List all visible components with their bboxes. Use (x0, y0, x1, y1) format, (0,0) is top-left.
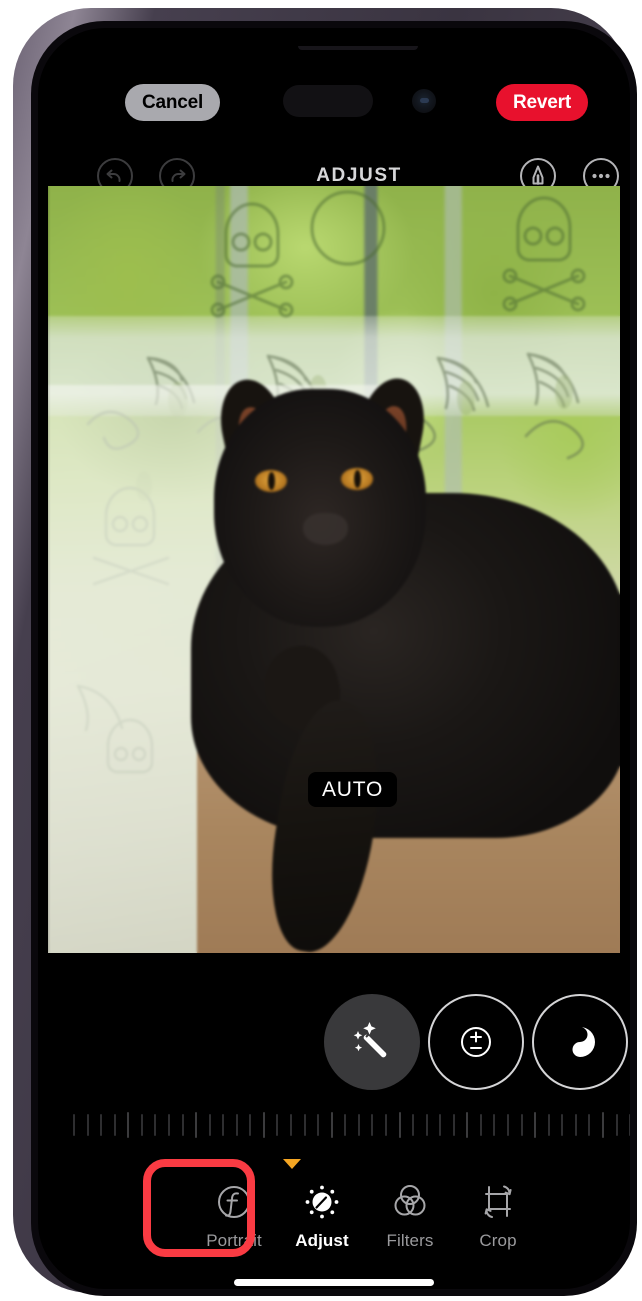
portrait-f-stop-icon (212, 1180, 256, 1224)
ruler-tick (262, 1112, 265, 1138)
ruler-tick (303, 1114, 306, 1136)
phone-screen: Cancel Revert ADJUST AUTO Portrait Adjus… (38, 28, 630, 1289)
ruler-tick (493, 1114, 496, 1136)
mode-item-adjust[interactable]: Adjust (280, 1169, 364, 1251)
auto-badge: AUTO (308, 772, 398, 807)
ruler-tick (425, 1114, 428, 1136)
crop-rotate-icon (476, 1180, 520, 1224)
ruler-tick (167, 1114, 170, 1136)
home-indicator[interactable] (234, 1279, 434, 1286)
ruler-tick (452, 1114, 455, 1136)
adjust-dial-icon (300, 1180, 344, 1224)
edit-mode-bar: Portrait Adjust Filters Crop (73, 1155, 630, 1263)
ruler-tick (235, 1114, 238, 1136)
revert-button[interactable]: Revert (496, 84, 588, 121)
ruler-tick (384, 1114, 387, 1136)
ruler-tick (127, 1112, 130, 1138)
ruler-tick (629, 1114, 630, 1136)
ruler-tick (574, 1114, 577, 1136)
ruler-tick (249, 1114, 252, 1136)
ruler-tick (371, 1114, 374, 1136)
mode-label-portrait: Portrait (206, 1231, 262, 1250)
ruler-tick (181, 1114, 184, 1136)
photo-cat-muzzle (302, 512, 349, 545)
front-camera-icon (412, 89, 436, 113)
ruler-tick (154, 1114, 157, 1136)
photo-cat-head (213, 389, 426, 628)
adjust-tool-row (73, 994, 630, 1090)
auto-enhance-tool-button[interactable] (324, 994, 420, 1090)
ruler-tick (479, 1114, 482, 1136)
ruler-tick (73, 1114, 75, 1136)
ruler-tick (208, 1114, 211, 1136)
phone-frame: Cancel Revert ADJUST AUTO Portrait Adjus… (13, 8, 637, 1296)
ruler-tick (615, 1114, 618, 1136)
ruler-tick (412, 1114, 415, 1136)
mode-item-filters[interactable]: Filters (368, 1169, 452, 1251)
ruler-tick (86, 1114, 89, 1136)
mode-label-crop: Crop (479, 1231, 517, 1250)
photo-cat-pupil (267, 472, 275, 490)
brilliance-tool-button[interactable] (532, 994, 628, 1090)
exposure-tool-button[interactable] (428, 994, 524, 1090)
ruler-tick (588, 1114, 591, 1136)
ruler-tick (534, 1112, 537, 1138)
ruler-tick (100, 1114, 103, 1136)
ruler-tick (439, 1114, 442, 1136)
ruler-tick (398, 1112, 401, 1138)
ruler-tick (520, 1114, 523, 1136)
ruler-tick (507, 1114, 509, 1136)
cancel-button[interactable]: Cancel (125, 84, 221, 121)
mode-label-filters: Filters (386, 1231, 434, 1250)
ruler-tick (357, 1114, 360, 1136)
ruler-tick (344, 1114, 347, 1136)
ruler-tick (601, 1112, 604, 1138)
ruler-tick (290, 1114, 292, 1136)
ruler-tick (561, 1114, 564, 1136)
speaker-slit (298, 46, 418, 50)
ruler-tick (547, 1114, 550, 1136)
brilliance-half-circle-icon (572, 1027, 595, 1057)
filters-circles-icon (388, 1180, 432, 1224)
mode-item-portrait[interactable]: Portrait (192, 1169, 276, 1251)
mode-item-crop[interactable]: Crop (456, 1169, 540, 1251)
mode-label-adjust: Adjust (295, 1231, 349, 1250)
ruler-tick (195, 1112, 198, 1138)
exposure-plus-minus-icon (461, 1027, 491, 1057)
ruler-tick (140, 1114, 143, 1136)
ruler-tick (330, 1112, 333, 1138)
photo-cat-pupil (353, 470, 361, 489)
magic-wand-icon (353, 1022, 387, 1058)
ruler-tick (276, 1114, 279, 1136)
dynamic-island[interactable] (283, 85, 373, 117)
ruler-tick (317, 1114, 320, 1136)
photo-preview[interactable] (48, 186, 620, 953)
adjust-slider-ruler[interactable] (73, 1111, 630, 1139)
photo-cat-eye-left (255, 469, 288, 493)
ruler-tick (222, 1114, 225, 1136)
ruler-tick (466, 1112, 469, 1138)
ruler-tick (113, 1114, 116, 1136)
